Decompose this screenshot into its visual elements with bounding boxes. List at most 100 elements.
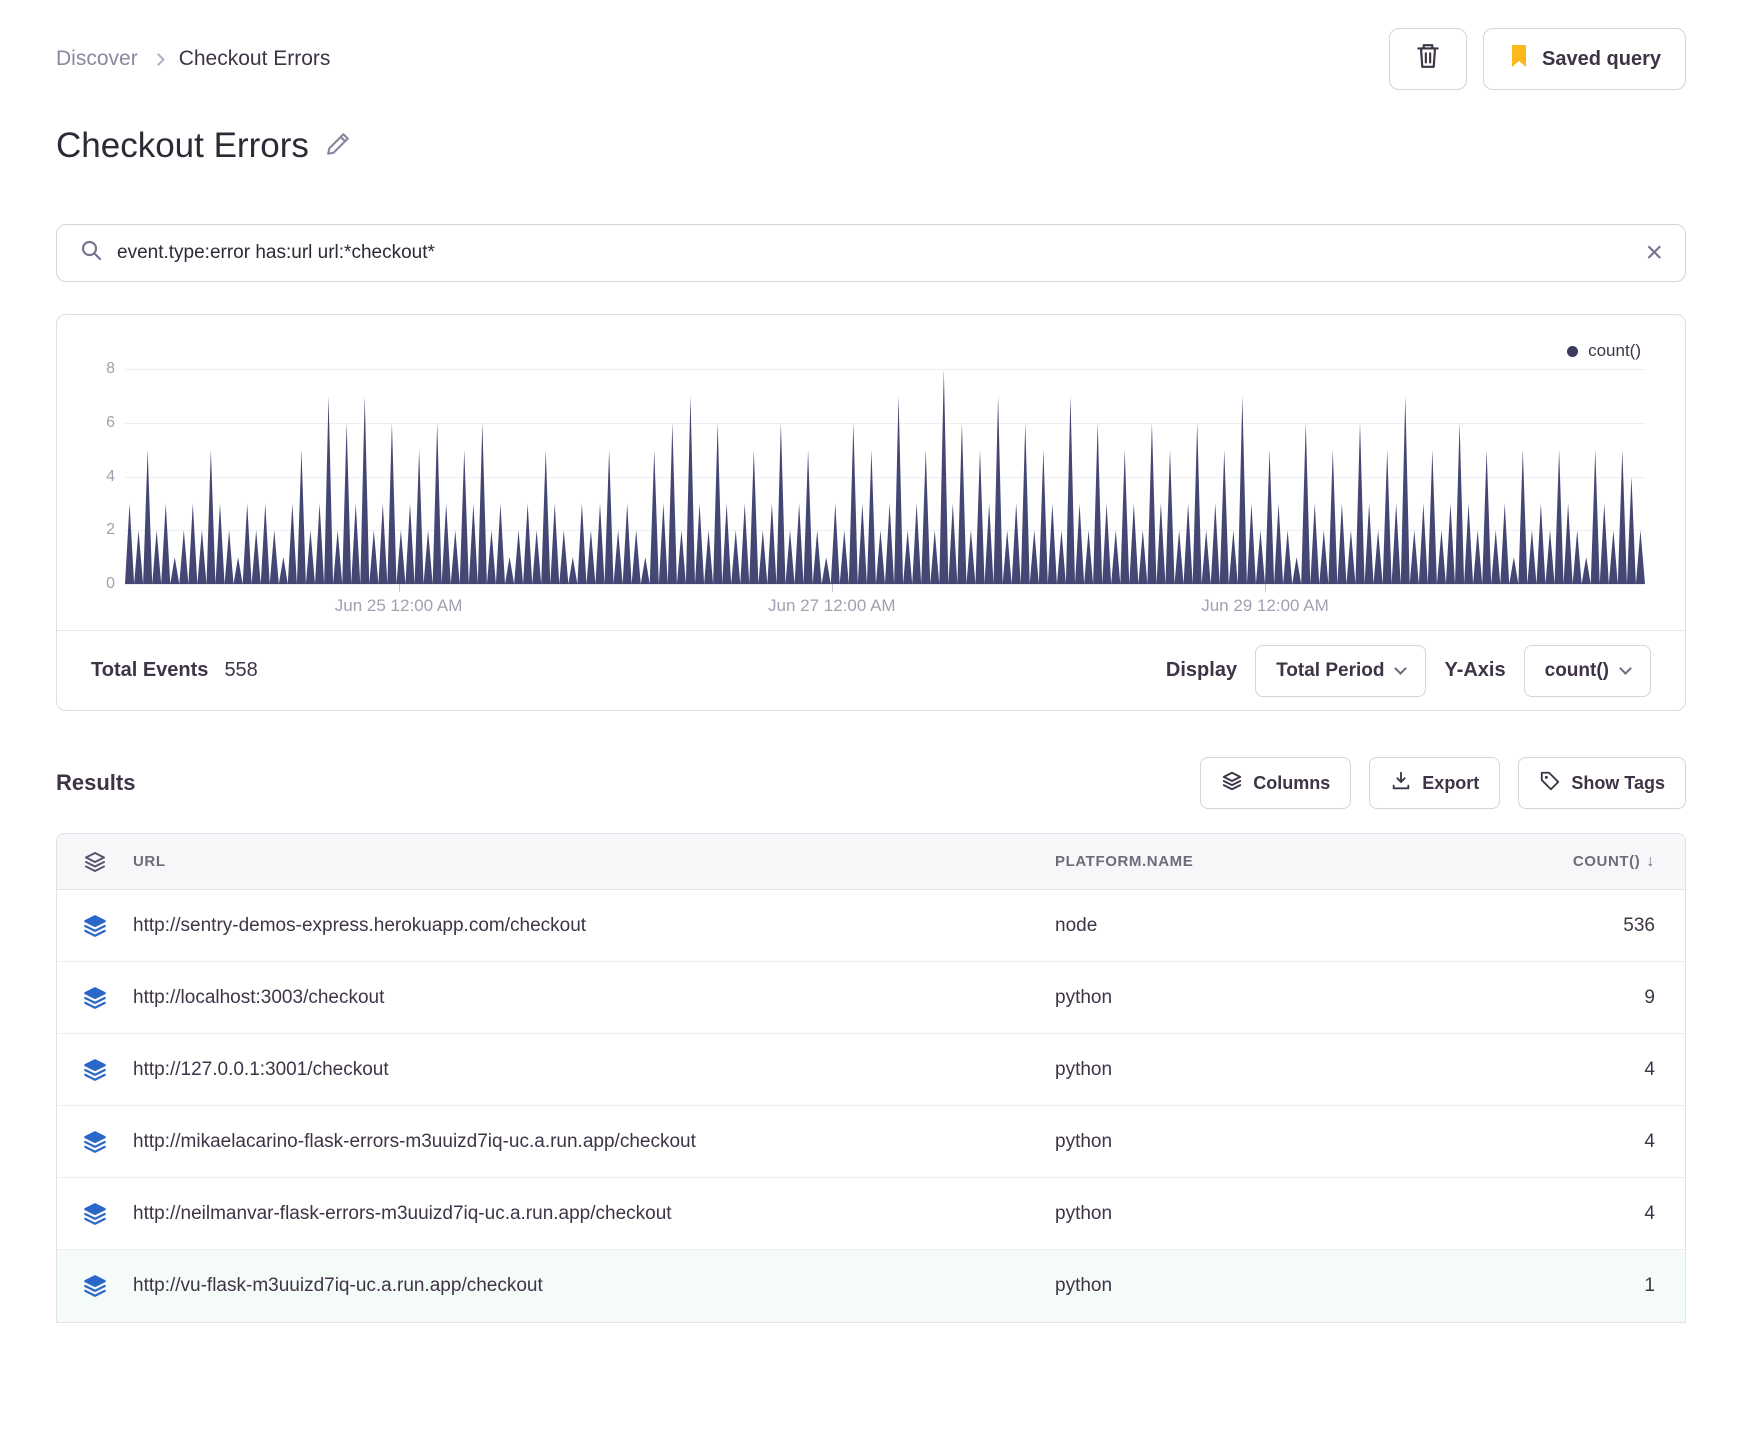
stack-icon[interactable] xyxy=(57,985,133,1011)
stack-icon[interactable] xyxy=(57,1201,133,1227)
download-icon xyxy=(1390,770,1412,797)
count-cell: 4 xyxy=(1644,1130,1655,1152)
breadcrumb: Discover Checkout Errors xyxy=(56,47,330,71)
results-table: URL PLATFORM.NAME COUNT() ↓ http://sentry… xyxy=(56,833,1686,1323)
x-tick-mark xyxy=(831,584,833,592)
layers-icon xyxy=(1221,770,1243,797)
edit-pencil-icon[interactable] xyxy=(325,131,351,162)
y-tick-label: 0 xyxy=(106,575,115,592)
show-tags-button-label: Show Tags xyxy=(1571,772,1665,793)
breadcrumb-current: Checkout Errors xyxy=(178,47,331,70)
url-cell[interactable]: http://mikaelacarino-flask-errors-m3uuiz… xyxy=(133,1131,1055,1153)
table-row[interactable]: http://mikaelacarino-flask-errors-m3uuiz… xyxy=(57,1106,1685,1178)
x-tick-label: Jun 29 12:00 AM xyxy=(1201,596,1329,615)
x-tick-label: Jun 27 12:00 AM xyxy=(768,596,896,615)
total-events: Total Events 558 xyxy=(91,659,258,682)
export-button[interactable]: Export xyxy=(1369,757,1501,809)
y-axis-dropdown-value: count() xyxy=(1544,659,1609,681)
footer-controls: Display Total Period Y-Axis count() xyxy=(1165,644,1651,697)
breadcrumb-discover[interactable]: Discover xyxy=(56,47,138,71)
total-events-label: Total Events xyxy=(91,659,209,681)
saved-query-button[interactable]: Saved query xyxy=(1483,28,1686,90)
chart-panel-footer: Total Events 558 Display Total Period Y-… xyxy=(57,630,1685,710)
display-dropdown-value: Total Period xyxy=(1276,659,1385,681)
header-url[interactable]: URL xyxy=(133,853,1055,870)
platform-cell: python xyxy=(1055,1130,1113,1152)
saved-query-label: Saved query xyxy=(1542,47,1661,70)
stack-icon[interactable] xyxy=(57,1129,133,1155)
y-axis-dropdown[interactable]: count() xyxy=(1523,644,1651,697)
chart-area: count() 8 6 4 2 0 Jun 25 12:00 AM Jun 27 12:0… xyxy=(57,315,1685,630)
url-cell[interactable]: http://neilmanvar-flask-errors-m3uuizd7i… xyxy=(133,1203,1055,1225)
y-tick-label: 6 xyxy=(106,413,115,431)
page-title: Checkout Errors xyxy=(56,126,309,165)
platform-cell: python xyxy=(1055,1275,1113,1296)
total-events-value: 558 xyxy=(224,659,258,681)
tag-icon xyxy=(1539,770,1561,797)
delete-query-button[interactable] xyxy=(1389,28,1468,90)
url-cell[interactable]: http://vu-flask-m3uuizd7iq-uc.a.run.app/… xyxy=(133,1275,1055,1297)
search-icon xyxy=(79,238,103,268)
chart-plot xyxy=(125,369,1645,585)
display-dropdown[interactable]: Total Period xyxy=(1255,644,1427,697)
x-tick-mark xyxy=(398,584,400,592)
y-tick-label: 8 xyxy=(106,360,115,377)
results-header-row: Results Columns Export Show Tags xyxy=(56,757,1686,809)
close-icon[interactable]: × xyxy=(1645,238,1663,268)
legend-label: count() xyxy=(1588,341,1641,360)
table-row[interactable]: http://sentry-demos-express.herokuapp.co… xyxy=(57,890,1685,962)
chevron-down-icon xyxy=(1619,662,1632,675)
x-tick-label: Jun 25 12:00 AM xyxy=(334,596,463,615)
search-query[interactable]: event.type:error has:url url:*checkout* xyxy=(117,242,1631,264)
sort-desc-icon: ↓ xyxy=(1646,852,1655,870)
trash-icon xyxy=(1415,42,1441,76)
x-tick-mark xyxy=(1265,584,1266,592)
header-count[interactable]: COUNT() ↓ xyxy=(1495,853,1685,871)
stack-icon[interactable] xyxy=(57,913,133,939)
count-cell: 4 xyxy=(1644,1202,1655,1224)
count-cell: 536 xyxy=(1623,914,1655,936)
show-tags-button[interactable]: Show Tags xyxy=(1518,757,1686,809)
platform-cell: python xyxy=(1055,1202,1113,1224)
platform-cell: python xyxy=(1055,1058,1113,1080)
plot-wrap: 8 6 4 2 0 xyxy=(83,360,1645,592)
y-tick-label: 2 xyxy=(106,521,115,539)
topbar: Discover Checkout Errors Saved query xyxy=(56,26,1686,92)
stack-icon[interactable] xyxy=(57,1273,133,1299)
table-row[interactable]: http://neilmanvar-flask-errors-m3uuizd7i… xyxy=(57,1178,1685,1250)
results-toolbar: Columns Export Show Tags xyxy=(1200,757,1686,809)
platform-cell: python xyxy=(1055,986,1113,1008)
chart-panel: count() 8 6 4 2 0 Jun 25 12:00 AM Jun 27 12:0… xyxy=(56,314,1686,711)
columns-button[interactable]: Columns xyxy=(1200,757,1352,809)
platform-cell: node xyxy=(1055,914,1098,936)
stack-icon[interactable] xyxy=(57,1057,133,1083)
legend-dot-icon xyxy=(1567,345,1579,357)
columns-button-label: Columns xyxy=(1253,772,1331,793)
chart-legend[interactable]: count() xyxy=(1567,341,1641,361)
url-cell[interactable]: http://sentry-demos-express.herokuapp.co… xyxy=(133,915,1055,937)
stack-icon[interactable] xyxy=(57,850,133,874)
url-cell[interactable]: http://localhost:3003/checkout xyxy=(133,987,1055,1009)
search-bar[interactable]: event.type:error has:url url:*checkout* … xyxy=(56,224,1686,282)
export-button-label: Export xyxy=(1422,772,1480,793)
count-cell: 9 xyxy=(1644,986,1655,1008)
header-platform[interactable]: PLATFORM.NAME xyxy=(1055,853,1495,870)
chart-x-axis: Jun 25 12:00 AM Jun 27 12:00 AM Jun 29 12:… xyxy=(125,584,1645,630)
chart-y-axis-labels: 8 6 4 2 0 xyxy=(83,360,125,592)
topbar-actions: Saved query xyxy=(1389,28,1686,90)
spike-chart[interactable] xyxy=(125,369,1645,584)
chevron-right-icon xyxy=(151,52,165,66)
table-row[interactable]: http://localhost:3003/checkout python 9 xyxy=(57,962,1685,1034)
discover-page: Discover Checkout Errors Saved query Che xyxy=(0,0,1742,1323)
table-row[interactable]: http://127.0.0.1:3001/checkout python 4 xyxy=(57,1034,1685,1106)
count-cell: 1 xyxy=(1644,1275,1655,1296)
count-cell: 4 xyxy=(1644,1058,1655,1080)
y-tick-label: 4 xyxy=(106,467,115,485)
y-axis-label: Y-Axis xyxy=(1444,659,1506,681)
url-cell[interactable]: http://127.0.0.1:3001/checkout xyxy=(133,1059,1055,1081)
bookmark-icon xyxy=(1508,44,1530,74)
display-label: Display xyxy=(1165,659,1238,681)
results-table-body: http://sentry-demos-express.herokuapp.co… xyxy=(57,890,1685,1322)
title-row: Checkout Errors xyxy=(56,126,1686,166)
table-row[interactable]: http://vu-flask-m3uuizd7iq-uc.a.run.app/… xyxy=(57,1250,1685,1322)
